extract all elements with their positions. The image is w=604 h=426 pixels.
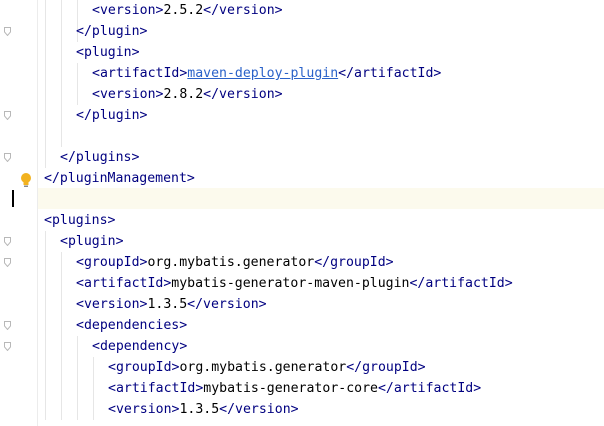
text-caret — [12, 190, 14, 207]
fold-end-icon[interactable] — [4, 111, 11, 120]
indent-guide — [77, 336, 78, 420]
code-line[interactable]: <dependency> — [92, 336, 187, 357]
indent-guide — [93, 357, 94, 420]
xml-open-tag: <groupId> — [76, 255, 148, 270]
editor-gutter — [0, 0, 38, 426]
xml-close-tag: </version> — [219, 402, 299, 417]
indent-guide — [61, 0, 62, 147]
intention-bulb-icon[interactable] — [20, 172, 32, 188]
xml-open-tag: <dependencies> — [76, 318, 188, 333]
code-line[interactable]: <plugin> — [76, 42, 140, 63]
xml-tag-value: org.mybatis.generator — [147, 255, 315, 270]
code-line[interactable]: <version>1.3.5</version> — [108, 399, 299, 420]
xml-open-tag: <version> — [76, 297, 148, 312]
caret-row-highlight — [38, 188, 604, 209]
xml-open-tag: <artifactId> — [108, 381, 204, 396]
xml-open-tag: <artifactId> — [76, 276, 172, 291]
xml-tag-value: 2.5.2 — [163, 3, 204, 18]
xml-open-tag: <version> — [92, 3, 164, 18]
code-line[interactable]: <artifactId>maven-deploy-plugin</artifac… — [92, 63, 441, 84]
code-line[interactable]: <plugin> — [60, 231, 124, 252]
code-line[interactable]: <groupId>org.mybatis.generator</groupId> — [108, 357, 426, 378]
code-line[interactable]: <artifactId>mybatis-generator-core</arti… — [108, 378, 481, 399]
xml-close-tag: </pluginManagement> — [44, 171, 195, 186]
fold-end-icon[interactable] — [4, 258, 11, 267]
xml-open-tag: <version> — [108, 402, 180, 417]
code-line[interactable]: <plugins> — [44, 210, 115, 231]
xml-close-tag: </artifactId> — [338, 66, 442, 81]
xml-close-tag: </plugin> — [76, 108, 148, 123]
xml-tag-value: mybatis-generator-maven-plugin — [171, 276, 410, 291]
xml-open-tag: <plugins> — [44, 213, 116, 228]
xml-close-tag: </plugin> — [76, 24, 148, 39]
code-line[interactable]: </plugins> — [60, 147, 139, 168]
xml-open-tag: <version> — [92, 87, 164, 102]
indent-guide — [45, 231, 46, 420]
xml-tag-value: maven-deploy-plugin — [187, 66, 339, 81]
indent-guide — [61, 252, 62, 420]
xml-open-tag: <dependency> — [92, 339, 188, 354]
xml-close-tag: </version> — [203, 3, 283, 18]
xml-close-tag: </version> — [203, 87, 283, 102]
code-line[interactable]: <version>1.3.5</version> — [76, 294, 267, 315]
xml-tag-value: mybatis-generator-core — [203, 381, 378, 396]
code-line[interactable]: <artifactId>mybatis-generator-maven-plug… — [76, 273, 513, 294]
code-line[interactable]: </plugin> — [76, 21, 147, 42]
xml-open-tag: <plugin> — [60, 234, 124, 249]
fold-end-icon[interactable] — [4, 321, 11, 330]
code-line[interactable]: <groupId>org.mybatis.generator</groupId> — [76, 252, 394, 273]
xml-tag-value: 2.8.2 — [163, 87, 204, 102]
fold-end-icon[interactable] — [4, 342, 11, 351]
code-line[interactable]: </plugin> — [76, 105, 147, 126]
indent-guide — [45, 0, 46, 168]
xml-tag-value: org.mybatis.generator — [179, 360, 347, 375]
indent-guide — [77, 63, 78, 105]
xml-tag-value: 1.3.5 — [147, 297, 188, 312]
code-line[interactable]: </pluginManagement> — [44, 168, 195, 189]
gutter-separator — [37, 0, 38, 426]
xml-open-tag: <plugin> — [76, 45, 140, 60]
xml-close-tag: </artifactId> — [409, 276, 513, 291]
xml-close-tag: </artifactId> — [377, 381, 482, 396]
fold-end-icon[interactable] — [4, 237, 11, 246]
code-line[interactable]: <version>2.5.2</version> — [92, 0, 283, 21]
fold-end-icon[interactable] — [4, 27, 11, 36]
xml-close-tag: </plugins> — [60, 150, 140, 165]
xml-close-tag: </groupId> — [346, 360, 426, 375]
xml-tag-value: 1.3.5 — [179, 402, 220, 417]
xml-open-tag: <artifactId> — [92, 66, 188, 81]
fold-end-icon[interactable] — [4, 153, 11, 162]
xml-open-tag: <groupId> — [108, 360, 180, 375]
xml-close-tag: </groupId> — [314, 255, 394, 270]
code-line[interactable]: <version>2.8.2</version> — [92, 84, 283, 105]
code-line[interactable]: <dependencies> — [76, 315, 187, 336]
xml-close-tag: </version> — [187, 297, 267, 312]
